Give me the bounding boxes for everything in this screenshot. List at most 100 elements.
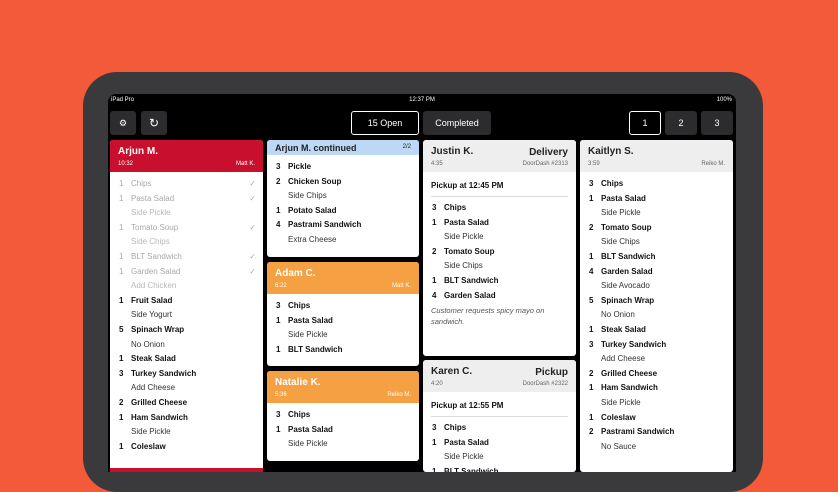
item-quantity: 1 <box>432 217 437 227</box>
line-item[interactable]: 1 BLT Sandwich <box>423 274 576 289</box>
line-item[interactable]: 1 Steak Salad <box>110 352 263 367</box>
line-item[interactable]: 1 Pasta Salad <box>580 192 733 207</box>
line-item[interactable]: 1 Pasta Salad <box>423 216 576 231</box>
line-item[interactable]: 1 Steak Salad <box>580 323 733 338</box>
page-3-button[interactable]: 3 <box>701 111 733 135</box>
checkmark-icon: ✓ <box>249 179 256 188</box>
checkmark-icon: ✓ <box>249 222 256 232</box>
line-item[interactable]: 1 Pasta Salad <box>423 436 576 451</box>
completed-tab[interactable]: Completed <box>423 111 491 135</box>
item-quantity: 5 <box>119 324 124 334</box>
open-tickets-tab[interactable]: 15 Open <box>351 111 419 135</box>
page-1-button[interactable]: 1 <box>629 111 661 135</box>
ticket-header: Justin K. Delivery 4:35 DoorDash #2313 <box>423 140 576 172</box>
line-item[interactable]: 3 Turkey Sandwich <box>110 367 263 382</box>
page-2-button[interactable]: 2 <box>665 111 697 135</box>
line-item[interactable]: 3 Chips <box>423 421 576 436</box>
ticket-kaitlyn[interactable]: Kaitlyn S. 3:59 Reiko M. 3 Chips 1 Pasta Sa… <box>580 140 733 472</box>
item-name: Pastrami Sandwich <box>288 220 362 230</box>
line-item[interactable]: 2 Tomato Soup <box>423 245 576 260</box>
line-item[interactable]: 1 Pasta Salad ✓ <box>110 192 263 207</box>
item-name: BLT Sandwich <box>444 275 499 285</box>
ticket-natalie[interactable]: Natalie K. 5:36 Reiko M. 3 Chips 1 Pasta Sa… <box>267 371 419 461</box>
ticket-timer: 4:20 <box>431 381 443 387</box>
item-modifier: Add Cheese <box>601 354 646 364</box>
item-list: 3 Chips 1 Pasta Salad Side Pickle 1 BLT Sandwi… <box>267 299 419 357</box>
line-item[interactable]: 1 Tomato Soup ✓ <box>110 221 263 236</box>
item-list: 3 Chips 1 Pasta Salad Side Pickle 2 Tomato Sou… <box>580 177 733 454</box>
line-item[interactable]: 3 Chips <box>267 299 419 314</box>
line-item[interactable]: 2 Grilled Cheese <box>580 367 733 382</box>
item-modifier: Side Chips <box>131 237 170 247</box>
line-item[interactable]: 5 Spinach Wrap <box>110 323 263 338</box>
line-item[interactable]: 3 Chips <box>580 177 733 192</box>
ticket-justin[interactable]: Justin K. Delivery 4:35 DoorDash #2313 P… <box>423 140 576 356</box>
order-type: Pickup <box>535 367 568 378</box>
line-item[interactable]: 1 BLT Sandwich <box>423 465 576 472</box>
item-modifier: Side Pickle <box>444 232 484 242</box>
line-item[interactable]: 3 Pickle <box>267 160 419 175</box>
order-type: Delivery <box>529 147 568 158</box>
line-item[interactable]: 4 Pastrami Sandwich <box>267 218 419 233</box>
line-item[interactable]: 1 Potato Salad <box>267 204 419 219</box>
item-list: 3 Pickle 2 Chicken Soup Side Chips 1 Potato Sa… <box>267 160 419 248</box>
item-quantity: 1 <box>589 193 594 203</box>
ticket-karen[interactable]: Karen C. Pickup 4:20 DoorDash #2322 Pick… <box>423 360 576 472</box>
item-quantity: 1 <box>119 251 124 261</box>
item-name: Chips <box>288 410 311 419</box>
item-modifier: Side Pickle <box>601 397 641 407</box>
item-name: Chips <box>288 301 311 310</box>
ticket-header: Arjun M. 10:32 Matt K. <box>110 140 263 172</box>
ticket-arjun[interactable]: Arjun M. 10:32 Matt K. 1 Chips ✓ 1 Pasta Sal… <box>110 140 263 472</box>
item-quantity: 1 <box>432 275 437 285</box>
line-item[interactable]: 1 BLT Sandwich ✓ <box>110 250 263 265</box>
line-item[interactable]: 3 Turkey Sandwich <box>580 338 733 353</box>
item-modifier: No Onion <box>601 310 635 320</box>
ticket-timer: 4:35 <box>431 161 443 167</box>
line-item[interactable]: 1 Coleslaw <box>580 411 733 426</box>
item-name: BLT Sandwich <box>288 344 343 354</box>
item-quantity: 3 <box>432 203 437 212</box>
line-item[interactable]: 1 Pasta Salad <box>267 423 419 438</box>
item-name: Grilled Cheese <box>131 397 188 407</box>
item-modifier: Side Pickle <box>288 330 328 340</box>
line-item[interactable]: 4 Garden Salad <box>423 289 576 304</box>
ticket-adam[interactable]: Adam C. 6:22 Matt K. 3 Chips 1 Pasta Salad S… <box>267 262 419 366</box>
line-item[interactable]: 1 Ham Sandwich <box>110 411 263 426</box>
item-modifier: Side Pickle <box>131 427 171 437</box>
item-modifier: Side Yogurt <box>131 310 172 320</box>
line-item[interactable]: 1 Pasta Salad <box>267 314 419 329</box>
line-item[interactable]: 1 Garden Salad ✓ <box>110 265 263 280</box>
item-name: Spinach Wrap <box>131 324 185 334</box>
line-item[interactable]: 3 Chips <box>267 408 419 423</box>
item-name: Chicken Soup <box>288 176 342 186</box>
line-item[interactable]: 4 Garden Salad <box>580 265 733 280</box>
item-quantity: 2 <box>276 176 281 186</box>
item-name: Tomato Soup <box>601 222 652 232</box>
refresh-button[interactable]: ↻ <box>141 111 167 135</box>
item-modifier: No Sauce <box>601 441 637 451</box>
line-item[interactable]: 1 BLT Sandwich <box>580 250 733 265</box>
item-quantity: 4 <box>589 266 594 276</box>
item-name: Grilled Cheese <box>601 368 658 378</box>
item-quantity: 1 <box>432 437 437 447</box>
item-quantity: 5 <box>589 295 594 305</box>
pickup-time: Pickup at 12:55 PM <box>431 401 504 410</box>
line-item[interactable]: 3 Chips <box>423 201 576 216</box>
line-item[interactable]: 1 BLT Sandwich <box>267 343 419 358</box>
line-item[interactable]: 1 Coleslaw <box>110 440 263 455</box>
order-note: Customer requests spicy mayo on sandwich… <box>431 306 545 327</box>
line-item[interactable]: 2 Tomato Soup <box>580 221 733 236</box>
item-modifier: Side Chips <box>288 191 327 201</box>
line-item[interactable]: 1 Chips ✓ <box>110 177 263 192</box>
line-item[interactable]: 2 Chicken Soup <box>267 175 419 190</box>
settings-button[interactable]: ⚙ <box>110 111 136 135</box>
ticket-arjun-continued[interactable]: Arjun M. continued 2/2 3 Pickle 2 Chicken S… <box>267 140 419 257</box>
line-item[interactable]: 2 Grilled Cheese <box>110 396 263 411</box>
item-name: Coleslaw <box>601 412 636 422</box>
line-item[interactable]: 2 Pastrami Sandwich <box>580 425 733 440</box>
line-item[interactable]: 1 Fruit Salad <box>110 294 263 309</box>
line-item[interactable]: 5 Spinach Wrap <box>580 294 733 309</box>
item-quantity: 3 <box>589 179 594 188</box>
line-item[interactable]: 1 Ham Sandwich <box>580 381 733 396</box>
